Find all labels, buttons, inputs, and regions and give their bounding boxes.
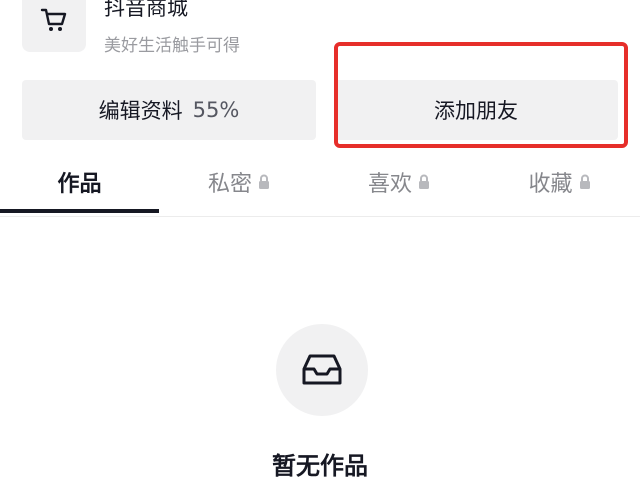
empty-state-text: 暂无作品 xyxy=(272,452,368,480)
lock-icon xyxy=(418,174,430,190)
tab-label: 作品 xyxy=(57,172,102,197)
edit-profile-button[interactable]: 编辑资料 55% xyxy=(22,80,316,140)
tab-favorites[interactable]: 收藏 xyxy=(479,150,640,214)
lock-icon xyxy=(258,174,270,190)
tab-works[interactable]: 作品 xyxy=(0,150,159,214)
lock-icon xyxy=(579,174,591,190)
add-friends-button[interactable]: 添加朋友 xyxy=(334,80,618,140)
tab-label: 私密 xyxy=(207,172,252,197)
tab-private[interactable]: 私密 xyxy=(159,150,319,214)
tab-likes[interactable]: 喜欢 xyxy=(319,150,479,214)
profile-completion-percent: 55% xyxy=(192,98,240,122)
edit-profile-label: 编辑资料 xyxy=(98,99,183,123)
inbox-tray-icon xyxy=(302,354,342,385)
tab-label: 喜欢 xyxy=(367,172,412,197)
profile-actions: 编辑资料 55% 添加朋友 xyxy=(0,0,640,150)
profile-tabs: 作品 私密 喜欢 收藏 xyxy=(0,150,640,217)
add-friends-label: 添加朋友 xyxy=(434,99,518,123)
tab-label: 收藏 xyxy=(528,172,573,197)
active-tab-indicator xyxy=(0,209,159,213)
empty-state-icon-circle xyxy=(276,324,368,416)
